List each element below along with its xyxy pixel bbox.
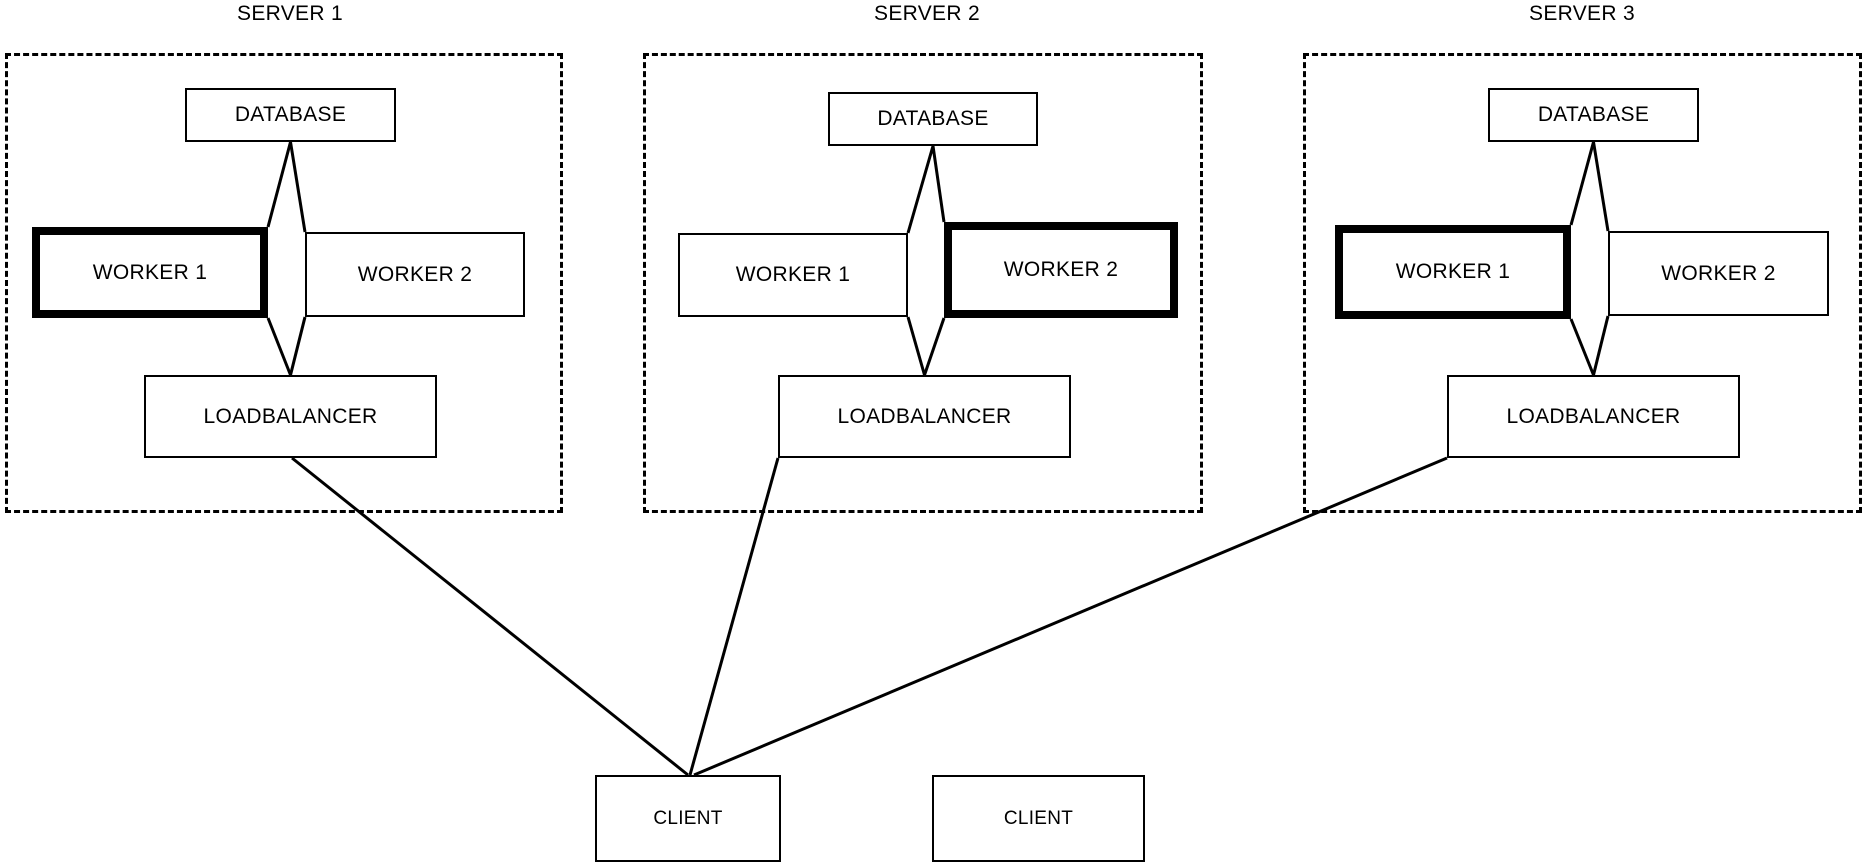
server-3-worker-1-node[interactable]: WORKER 1	[1335, 225, 1571, 319]
client-node-1[interactable]: CLIENT	[595, 775, 781, 862]
architecture-diagram-canvas: SERVER 1 DATABASE WORKER 1 WORKER 2 LOAD…	[0, 0, 1867, 862]
server-1-database-node[interactable]: DATABASE	[185, 88, 396, 142]
server-2-loadbalancer-node[interactable]: LOADBALANCER	[778, 375, 1071, 458]
server-3-database-node[interactable]: DATABASE	[1488, 88, 1699, 142]
server-1-loadbalancer-node[interactable]: LOADBALANCER	[144, 375, 437, 458]
server-1-worker-1-node[interactable]: WORKER 1	[32, 227, 268, 318]
server-1-worker-2-node[interactable]: WORKER 2	[305, 232, 525, 317]
server-2-worker-1-node[interactable]: WORKER 1	[678, 233, 908, 317]
server-3-worker-2-node[interactable]: WORKER 2	[1608, 231, 1829, 316]
server-3-loadbalancer-node[interactable]: LOADBALANCER	[1447, 375, 1740, 458]
server-2-database-node[interactable]: DATABASE	[828, 92, 1038, 146]
client-node-2[interactable]: CLIENT	[932, 775, 1145, 862]
server-label-1: SERVER 1	[237, 2, 343, 25]
server-2-worker-2-node[interactable]: WORKER 2	[944, 222, 1178, 318]
server-label-3: SERVER 3	[1529, 2, 1635, 25]
server-label-2: SERVER 2	[874, 2, 980, 25]
